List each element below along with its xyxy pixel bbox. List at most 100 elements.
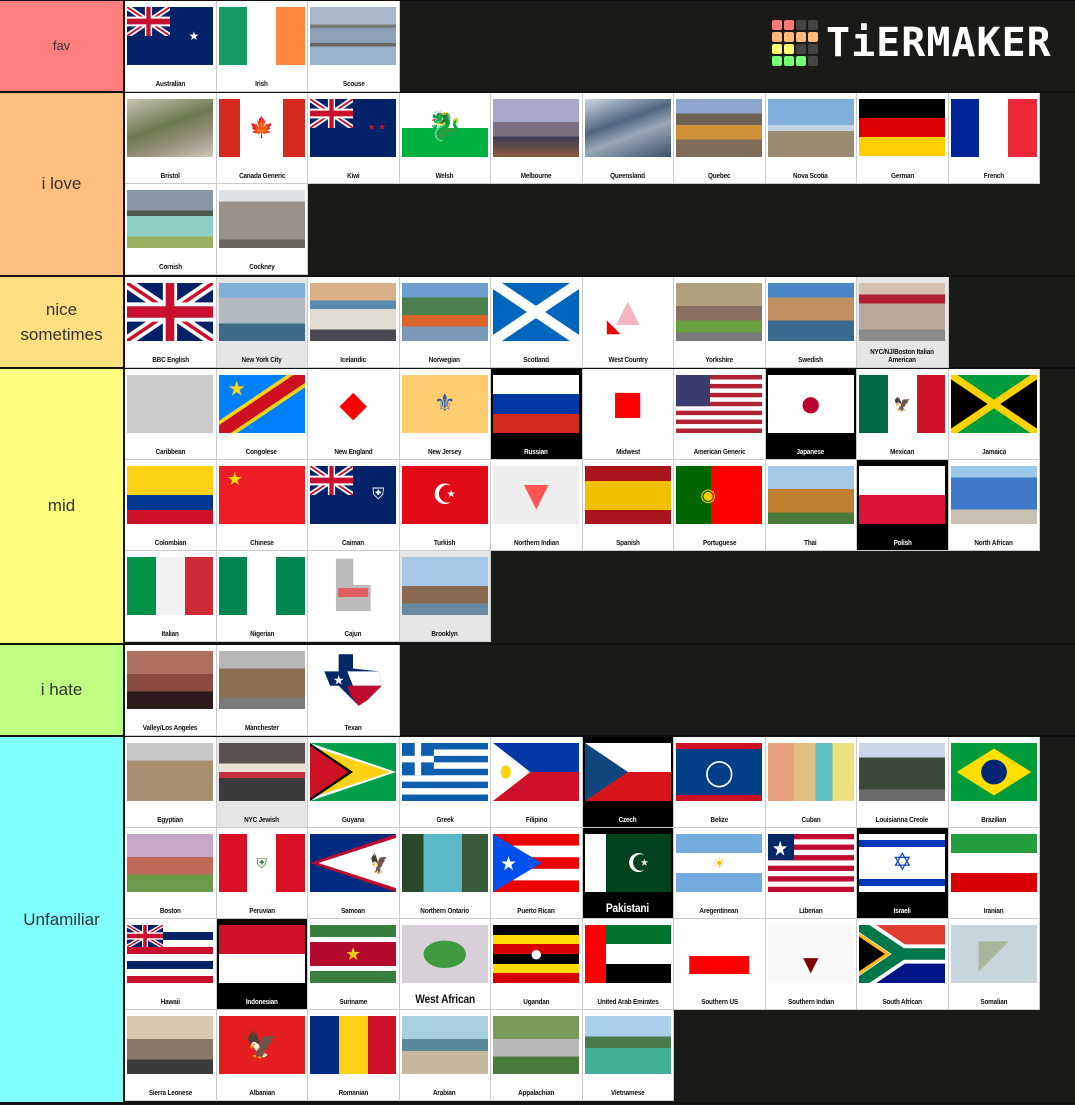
tier-item[interactable]: Norwegian	[399, 276, 491, 368]
tier-item[interactable]: Yorkshire	[674, 276, 766, 368]
tier-item[interactable]: Italian	[125, 551, 217, 642]
tier-item[interactable]: Quebec	[674, 92, 766, 184]
tier-item[interactable]: Romanian	[308, 1010, 400, 1101]
tier-item[interactable]: Russian	[491, 369, 583, 460]
tier-item[interactable]: Melbourne	[491, 92, 583, 184]
tier-item[interactable]: 🍁 Canada Generic	[216, 92, 308, 184]
item-label: Ugandan	[523, 997, 550, 1006]
tier-item[interactable]: Irish	[216, 1, 308, 92]
tier-item[interactable]: French	[948, 92, 1040, 184]
tier-item[interactable]: Nigerian	[216, 551, 308, 642]
tier-item[interactable]: Nova Scotia	[765, 92, 857, 184]
tier-item[interactable]: ★ Congolese	[216, 369, 308, 460]
tier-item[interactable]: Spanish	[582, 460, 674, 551]
tier-item[interactable]: ◉ Portuguese	[674, 460, 766, 551]
tier-label[interactable]: mid	[0, 369, 125, 643]
tier-item[interactable]: Jamaica	[948, 369, 1040, 460]
tier-item[interactable]: ⛨ Peruvian	[216, 828, 308, 919]
tier-item[interactable]: South African	[857, 919, 949, 1010]
tier-item[interactable]: Cockney	[216, 183, 308, 275]
tier-item[interactable]: Appalachian	[491, 1010, 583, 1101]
tier-item[interactable]: Greek	[399, 737, 491, 828]
tier-item[interactable]: ★ Liberian	[765, 828, 857, 919]
tier-item[interactable]: Swedish	[765, 276, 857, 368]
tier-item[interactable]: Thai	[765, 460, 857, 551]
tier-item[interactable]: ☪ Turkish	[399, 460, 491, 551]
tier-item[interactable]: ⚜ New Jersey	[399, 369, 491, 460]
tier-label[interactable]: Unfamiliar	[0, 737, 125, 1102]
tier-item[interactable]: Brooklyn	[399, 551, 491, 642]
tier-label[interactable]: i love	[0, 92, 125, 275]
tier-item[interactable]: Guyana	[308, 737, 400, 828]
tier-item[interactable]: ★ Puerto Rican	[491, 828, 583, 919]
tier-item[interactable]: ▼ Northern Indian	[491, 460, 583, 551]
tier-item[interactable]: Brazilian	[948, 737, 1040, 828]
tier-item[interactable]: Vietnamese	[582, 1010, 674, 1101]
tier-label[interactable]: nice sometimes	[0, 276, 125, 367]
tier-item[interactable]: ▲ ◣ West Country	[582, 276, 674, 368]
item-label: Portuguese	[702, 538, 737, 547]
tier-item[interactable]: ✡ Israeli	[857, 828, 949, 919]
tier-item[interactable]: Arabian	[399, 1010, 491, 1101]
tier-item[interactable]: ★ Australian	[125, 1, 217, 92]
tier-label[interactable]: fav	[0, 1, 125, 91]
tier-item[interactable]: Colombian	[125, 460, 217, 551]
tier-item[interactable]: NYC Jewish	[216, 737, 308, 828]
tier-item[interactable]: 🦅 Samoan	[308, 828, 400, 919]
tier-label[interactable]: i hate	[0, 644, 125, 735]
tier-item[interactable]: 🦅 Mexican	[857, 369, 949, 460]
tier-item[interactable]: ▼ Southern Indian	[765, 919, 857, 1010]
tier-item[interactable]: Queensland	[582, 92, 674, 184]
tier-item[interactable]: New York City	[216, 276, 308, 368]
tier-item[interactable]: 🦅 Albanian	[216, 1010, 308, 1101]
tier-item[interactable]: American Generic	[674, 369, 766, 460]
tier-item[interactable]: 🐉 Welsh	[399, 92, 491, 184]
tier-item[interactable]: Manchester	[216, 644, 308, 736]
tier-item[interactable]: Polish	[857, 460, 949, 551]
tier-item[interactable]: Cuban	[765, 737, 857, 828]
tier-item[interactable]: ▙ ▬ Cajun	[308, 551, 400, 642]
tier-item[interactable]: ◆ New England	[308, 369, 400, 460]
tier-item[interactable]: ● Ugandan	[491, 919, 583, 1010]
tier-item[interactable]: Northern Ontario	[399, 828, 491, 919]
item-label: Manchester	[244, 722, 279, 732]
tier-item[interactable]: United Arab Emirates	[582, 919, 674, 1010]
tier-item[interactable]: NYC/NJ/Boston Italian American	[857, 276, 949, 368]
tier-item[interactable]: Scotland	[491, 276, 583, 368]
tier-item[interactable]: ☪ Pakistani	[582, 828, 674, 919]
tier-item[interactable]: ■ Midwest	[582, 369, 674, 460]
tier-item[interactable]: Scouse	[308, 1, 400, 92]
tier-item[interactable]: ⬬ West African	[399, 919, 491, 1010]
tier-item[interactable]: ▬ Southern US	[674, 919, 766, 1010]
tier-item[interactable]: ◯ Belize	[674, 737, 766, 828]
tier-item[interactable]: ★ Texan	[308, 644, 400, 736]
tier-item[interactable]: Iranian	[948, 828, 1040, 919]
tier-item[interactable]: ★ Suriname	[308, 919, 400, 1010]
logo-cell	[772, 20, 782, 30]
tier-item[interactable]: BBC English	[125, 276, 217, 368]
tier-item[interactable]: ★ ★ Kiwi	[308, 92, 400, 184]
tier-item[interactable]: Filipino	[491, 737, 583, 828]
tier-item[interactable]: Sierra Leonese	[125, 1010, 217, 1101]
tier-item[interactable]: Egyptian	[125, 737, 217, 828]
tier-item[interactable]: Cornish	[125, 183, 217, 275]
flag-uganda-icon: ●	[493, 925, 580, 983]
tier-item[interactable]: German	[857, 92, 949, 184]
tier-item[interactable]: ◤ Somalian	[948, 919, 1040, 1010]
tier-item[interactable]: ★ Chinese	[216, 460, 308, 551]
tier-item[interactable]: Icelandic	[308, 276, 400, 368]
tier-item[interactable]: ⛨ Caiman	[308, 460, 400, 551]
tier-item[interactable]: ● Japanese	[765, 369, 857, 460]
tier-item[interactable]: ☀ Aregentinean	[674, 828, 766, 919]
tier-item[interactable]: Valley/Los Angeles	[125, 644, 217, 736]
tier-item[interactable]: Boston	[125, 828, 217, 919]
tier-item[interactable]: Indonesian	[216, 919, 308, 1010]
logo-cell	[808, 44, 818, 54]
tiermaker-logo[interactable]: TiERMAKER	[772, 20, 1052, 66]
tier-item[interactable]: Caribbean	[125, 369, 217, 460]
tier-item[interactable]: Bristol	[125, 92, 217, 184]
tier-item[interactable]: Czech	[582, 737, 674, 828]
tier-item[interactable]: Louisianna Creole	[857, 737, 949, 828]
tier-item[interactable]: North African	[948, 460, 1040, 551]
tier-item[interactable]: Hawaii	[125, 919, 217, 1010]
